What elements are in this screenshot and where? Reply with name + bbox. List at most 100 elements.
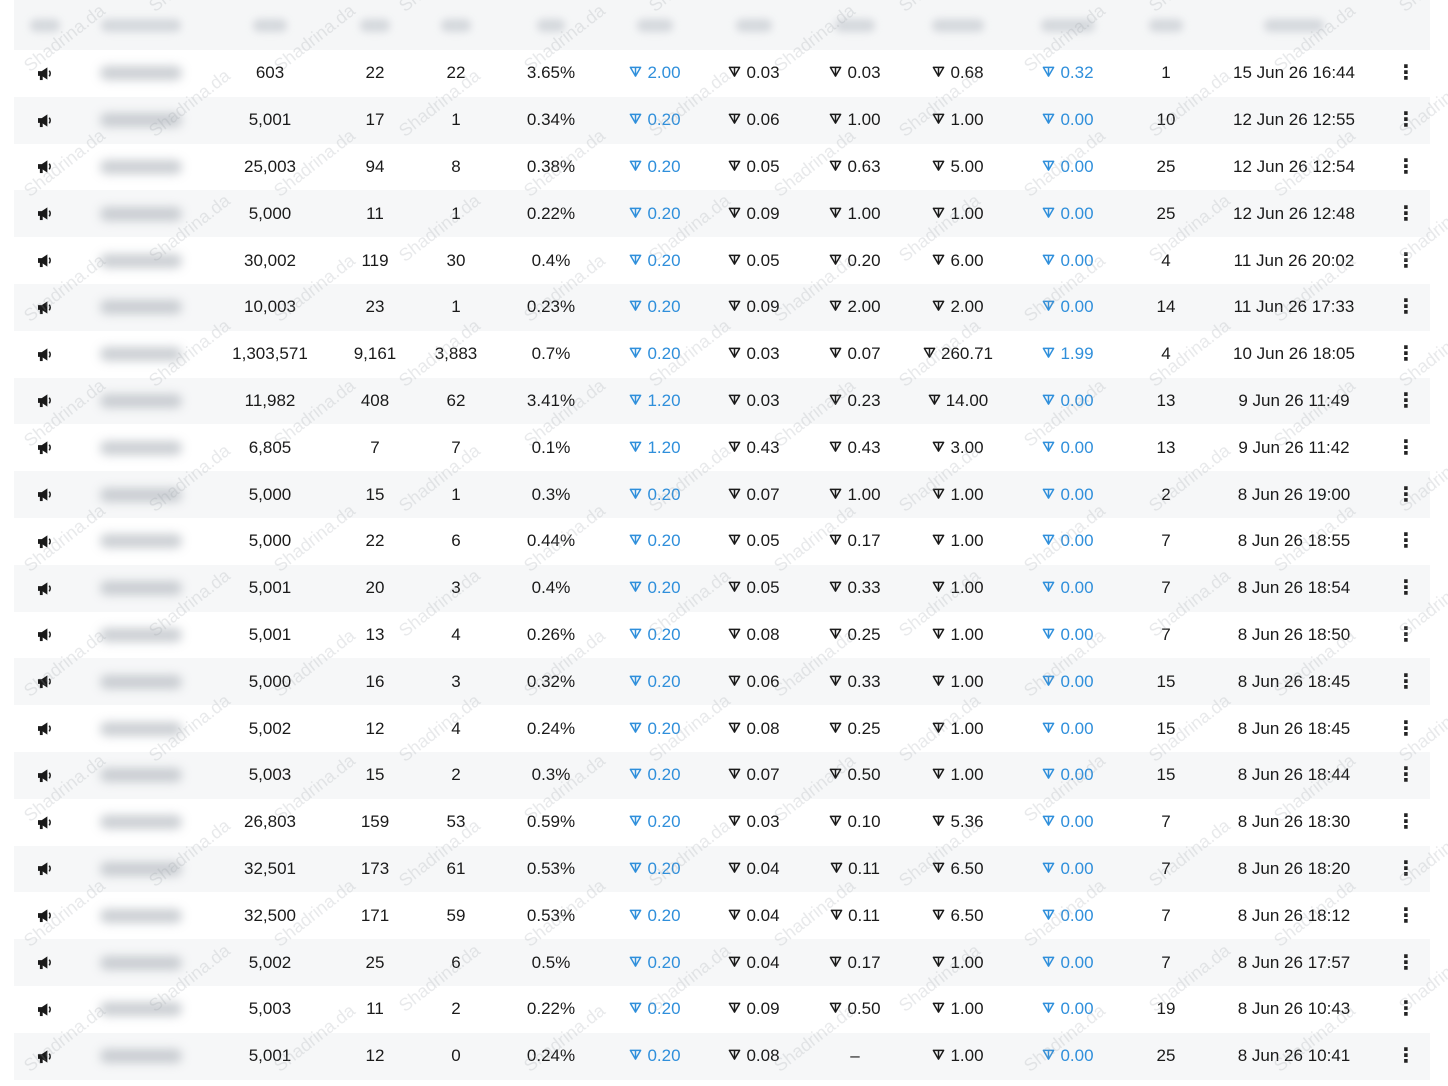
ad-name-redacted[interactable] bbox=[76, 393, 206, 408]
row-menu-button[interactable]: ⋮ bbox=[1382, 391, 1430, 411]
table-row[interactable]: 5,001 20 3 0.4% 0.20 0.05 0.33 1.00 0.00 7 8 Jun 2… bbox=[14, 564, 1430, 612]
ton-amount: 0.07 bbox=[728, 485, 780, 505]
table-row[interactable]: 5,002 12 4 0.24% 0.20 0.08 0.25 1.00 0.00 15 8 Jun… bbox=[14, 705, 1430, 752]
more-vertical-icon[interactable]: ⋮ bbox=[1396, 531, 1416, 551]
ton-icon bbox=[728, 999, 741, 1019]
more-vertical-icon[interactable]: ⋮ bbox=[1396, 251, 1416, 271]
ad-name-redacted[interactable] bbox=[76, 581, 206, 596]
table-row[interactable]: 1,303,571 9,161 3,883 0.7% 0.20 0.03 0.07 260.7… bbox=[14, 331, 1430, 378]
table-row[interactable]: 26,803 159 53 0.59% 0.20 0.03 0.10 5.36 0.00 7 8 J… bbox=[14, 799, 1430, 846]
table-row[interactable]: 5,001 13 4 0.26% 0.20 0.08 0.25 1.00 0.00 7 8 Jun … bbox=[14, 612, 1430, 659]
ad-name-redacted[interactable] bbox=[76, 815, 206, 830]
table-row[interactable]: 10,003 23 1 0.23% 0.20 0.09 2.00 2.00 0.00 14 11 J… bbox=[14, 283, 1430, 331]
more-vertical-icon[interactable]: ⋮ bbox=[1396, 578, 1416, 598]
table-row[interactable]: 5,000 22 6 0.44% 0.20 0.05 0.17 1.00 0.00 7 8 Jun … bbox=[14, 518, 1430, 565]
row-menu-button[interactable]: ⋮ bbox=[1382, 578, 1430, 598]
table-row[interactable]: 5,000 11 1 0.22% 0.20 0.09 1.00 1.00 0.00 25 12 Ju… bbox=[14, 190, 1430, 238]
row-menu-button[interactable]: ⋮ bbox=[1382, 672, 1430, 692]
ad-name-redacted[interactable] bbox=[76, 66, 206, 81]
ad-name-redacted[interactable] bbox=[76, 206, 206, 221]
row-menu-button[interactable]: ⋮ bbox=[1382, 485, 1430, 505]
more-vertical-icon[interactable]: ⋮ bbox=[1396, 719, 1416, 739]
more-vertical-icon[interactable]: ⋮ bbox=[1396, 953, 1416, 973]
megaphone-icon bbox=[14, 1049, 76, 1064]
row-menu-button[interactable]: ⋮ bbox=[1382, 765, 1430, 785]
ad-name-redacted[interactable] bbox=[76, 534, 206, 549]
ad-name-redacted[interactable] bbox=[76, 627, 206, 642]
more-vertical-icon[interactable]: ⋮ bbox=[1396, 391, 1416, 411]
more-vertical-icon[interactable]: ⋮ bbox=[1396, 859, 1416, 879]
row-menu-button[interactable]: ⋮ bbox=[1382, 859, 1430, 879]
ad-name-redacted[interactable] bbox=[76, 861, 206, 876]
row-menu-button[interactable]: ⋮ bbox=[1382, 344, 1430, 364]
ad-name-redacted[interactable] bbox=[76, 721, 206, 736]
ad-name-redacted[interactable] bbox=[76, 159, 206, 174]
row-menu-button[interactable]: ⋮ bbox=[1382, 110, 1430, 130]
table-row[interactable]: 5,001 17 1 0.34% 0.20 0.06 1.00 1.00 0.00 10 12 Ju… bbox=[14, 96, 1430, 144]
cell-text: 13 bbox=[1156, 437, 1176, 457]
row-menu-button[interactable]: ⋮ bbox=[1382, 251, 1430, 271]
ad-name-redacted[interactable] bbox=[76, 113, 206, 128]
more-vertical-icon[interactable]: ⋮ bbox=[1396, 672, 1416, 692]
ton-icon bbox=[829, 251, 842, 271]
row-menu-button[interactable]: ⋮ bbox=[1382, 63, 1430, 83]
row-menu-button[interactable]: ⋮ bbox=[1382, 906, 1430, 926]
more-vertical-icon[interactable]: ⋮ bbox=[1396, 204, 1416, 224]
ad-name-redacted[interactable] bbox=[76, 674, 206, 689]
more-vertical-icon[interactable]: ⋮ bbox=[1396, 297, 1416, 317]
row-menu-button[interactable]: ⋮ bbox=[1382, 625, 1430, 645]
ad-name-redacted[interactable] bbox=[76, 955, 206, 970]
more-vertical-icon[interactable]: ⋮ bbox=[1396, 625, 1416, 645]
table-row[interactable]: 603 22 22 3.65% 2.00 0.03 0.03 0.68 0.32 1 15 Jun … bbox=[14, 50, 1430, 97]
cell-v10: 7 bbox=[1126, 859, 1206, 879]
ad-name-redacted[interactable] bbox=[76, 487, 206, 502]
table-row[interactable]: 5,002 25 6 0.5% 0.20 0.04 0.17 1.00 0.00 7 8 Jun 2… bbox=[14, 939, 1430, 986]
ad-name-redacted[interactable] bbox=[76, 1002, 206, 1017]
table-row[interactable]: 5,003 15 2 0.3% 0.20 0.07 0.50 1.00 0.00 15 8 Jun … bbox=[14, 751, 1430, 799]
ad-name-redacted[interactable] bbox=[76, 908, 206, 923]
table-row[interactable]: 5,000 15 1 0.3% 0.20 0.07 1.00 1.00 0.00 2 8 Jun 2… bbox=[14, 471, 1430, 518]
row-menu-button[interactable]: ⋮ bbox=[1382, 157, 1430, 177]
ad-name-redacted[interactable] bbox=[76, 768, 206, 783]
ad-name-redacted[interactable] bbox=[76, 253, 206, 268]
more-vertical-icon[interactable]: ⋮ bbox=[1396, 906, 1416, 926]
more-vertical-icon[interactable]: ⋮ bbox=[1396, 485, 1416, 505]
row-menu-button[interactable]: ⋮ bbox=[1382, 719, 1430, 739]
row-menu-button[interactable]: ⋮ bbox=[1382, 1046, 1430, 1066]
redacted-text bbox=[100, 66, 182, 81]
more-vertical-icon[interactable]: ⋮ bbox=[1396, 63, 1416, 83]
table-row[interactable]: 11,982 408 62 3.41% 1.20 0.03 0.23 14.00 0.00 13 9… bbox=[14, 377, 1430, 425]
more-vertical-icon[interactable]: ⋮ bbox=[1396, 110, 1416, 130]
ad-name-redacted[interactable] bbox=[76, 1049, 206, 1064]
more-vertical-icon[interactable]: ⋮ bbox=[1396, 765, 1416, 785]
ad-name-redacted[interactable] bbox=[76, 347, 206, 362]
more-vertical-icon[interactable]: ⋮ bbox=[1396, 1046, 1416, 1066]
row-menu-button[interactable]: ⋮ bbox=[1382, 204, 1430, 224]
cell-v5: 2.00 bbox=[606, 63, 704, 83]
ad-name-redacted[interactable] bbox=[76, 440, 206, 455]
table-row[interactable]: 6,805 7 7 0.1% 1.20 0.43 0.43 3.00 0.00 13 9 Jun 2… bbox=[14, 424, 1430, 471]
table-row[interactable]: 5,000 16 3 0.32% 0.20 0.06 0.33 1.00 0.00 15 8 Jun… bbox=[14, 658, 1430, 706]
row-menu-button[interactable]: ⋮ bbox=[1382, 531, 1430, 551]
row-menu-button[interactable]: ⋮ bbox=[1382, 999, 1430, 1019]
table-row[interactable]: 5,003 11 2 0.22% 0.20 0.09 0.50 1.00 0.00 19 8 Jun… bbox=[14, 986, 1430, 1033]
more-vertical-icon[interactable]: ⋮ bbox=[1396, 157, 1416, 177]
table-row[interactable]: 5,001 12 0 0.24% 0.20 0.08 – 1.00 0.00 25 8 Jun 26… bbox=[14, 1032, 1430, 1080]
row-menu-button[interactable]: ⋮ bbox=[1382, 297, 1430, 317]
more-vertical-icon[interactable]: ⋮ bbox=[1396, 812, 1416, 832]
ad-name-redacted[interactable] bbox=[76, 300, 206, 315]
table-row[interactable]: 30,002 119 30 0.4% 0.20 0.05 0.20 6.00 0.00 4 11 J… bbox=[14, 237, 1430, 284]
ton-amount: 0.05 bbox=[728, 251, 780, 271]
more-vertical-icon[interactable]: ⋮ bbox=[1396, 344, 1416, 364]
table-row[interactable]: 25,003 94 8 0.38% 0.20 0.05 0.63 5.00 0.00 25 12 J… bbox=[14, 144, 1430, 191]
cell-text: 0.00 bbox=[1060, 952, 1094, 972]
row-menu-button[interactable]: ⋮ bbox=[1382, 812, 1430, 832]
cell-v10: 7 bbox=[1126, 906, 1206, 926]
cell-text: 0.05 bbox=[746, 531, 780, 551]
table-row[interactable]: 32,501 173 61 0.53% 0.20 0.04 0.11 6.50 0.00 7 8 J… bbox=[14, 845, 1430, 893]
row-menu-button[interactable]: ⋮ bbox=[1382, 953, 1430, 973]
more-vertical-icon[interactable]: ⋮ bbox=[1396, 999, 1416, 1019]
more-vertical-icon[interactable]: ⋮ bbox=[1396, 438, 1416, 458]
table-row[interactable]: 32,500 171 59 0.53% 0.20 0.04 0.11 6.50 0.00 7 8 J… bbox=[14, 892, 1430, 939]
row-menu-button[interactable]: ⋮ bbox=[1382, 438, 1430, 458]
